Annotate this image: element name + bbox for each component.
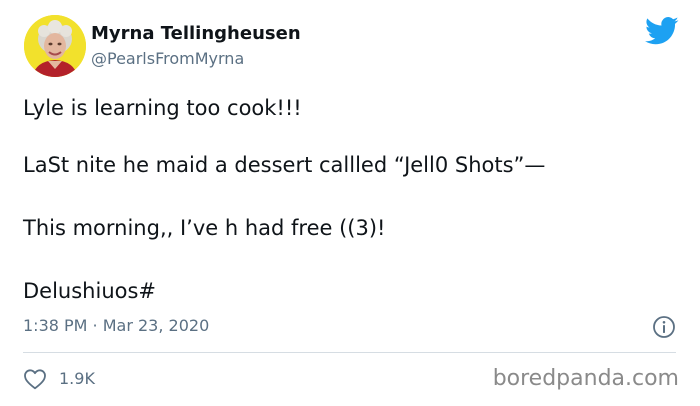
author-display-name[interactable]: Myrna Tellingheusen bbox=[91, 23, 301, 45]
like-count[interactable]: 1.9K bbox=[59, 368, 95, 390]
tweet-text-line: Delushiuos# bbox=[23, 279, 157, 303]
author-handle[interactable]: @PearlsFromMyrna bbox=[91, 48, 244, 70]
tweet-timestamp[interactable]: 1:38 PM · Mar 23, 2020 bbox=[23, 315, 209, 337]
twitter-bird-icon[interactable] bbox=[645, 16, 679, 46]
divider bbox=[23, 352, 676, 353]
tweet-text-line: LaSt nite he maid a dessert callled “Jel… bbox=[23, 153, 546, 177]
tweet-text-line: This morning,, I’ve h had free ((3)! bbox=[23, 216, 386, 240]
avatar[interactable] bbox=[24, 15, 86, 77]
avatar-photo bbox=[24, 15, 86, 77]
tweet-text-line: Lyle is learning too cook!!! bbox=[23, 96, 302, 120]
heart-icon[interactable] bbox=[23, 368, 47, 390]
watermark: boredpanda.com bbox=[492, 366, 679, 391]
info-icon[interactable] bbox=[652, 315, 676, 339]
